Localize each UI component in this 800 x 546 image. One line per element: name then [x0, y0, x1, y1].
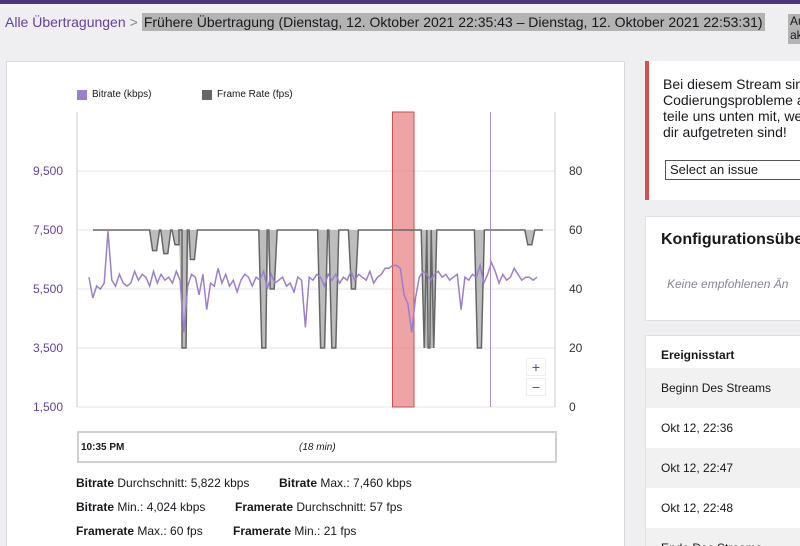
zoom-out-button[interactable]: −: [526, 378, 546, 396]
zoom-in-button[interactable]: +: [526, 358, 546, 376]
stat-bitrate-max-value: Max.: 7,460 kbps: [317, 476, 412, 490]
alert-line-3: teile uns unten mit, we: [663, 108, 800, 124]
stat-bitrate-min-label: Bitrate: [76, 500, 115, 514]
stat-bitrate-avg: Bitrate Durchschnitt: 5,822 kbps: [76, 476, 249, 490]
timeline-navigator[interactable]: 10:35 PM (18 min): [77, 431, 557, 463]
alert-line-4: dir aufgetreten sind!: [663, 124, 787, 140]
right-axis-tick: 60: [569, 223, 583, 237]
event-item[interactable]: Okt 12, 22:47: [646, 448, 800, 488]
right-axis-tick: 20: [569, 341, 583, 355]
left-axis-tick: 9,500: [33, 164, 63, 178]
event-item[interactable]: Okt 12, 22:36: [646, 408, 800, 448]
timeline-start-label: 10:35 PM: [81, 442, 125, 453]
top-accent-bar: [0, 0, 800, 4]
stat-framerate-avg: Framerate Durchschnitt: 57 fps: [235, 500, 402, 514]
encoding-issue-alert: Bei diesem Stream sin Codierungsprobleme…: [645, 61, 800, 200]
left-axis-tick: 7,500: [33, 223, 63, 237]
breadcrumb-root-link[interactable]: Alle Übertragungen: [5, 14, 126, 30]
stat-framerate-avg-label: Framerate: [235, 500, 294, 514]
event-item[interactable]: Okt 12, 22:48: [646, 488, 800, 528]
event-item[interactable]: Beginn Des Streams: [646, 368, 800, 408]
right-axis-tick: 0: [569, 400, 576, 414]
alert-line-1: Bei diesem Stream sin: [663, 76, 800, 92]
config-recommendations-panel: Konfigurationsübe Keine empfohlenen Än: [645, 216, 800, 321]
left-axis-tick: 1,500: [33, 400, 63, 414]
event-item[interactable]: Ende Des Streams: [646, 528, 800, 546]
breadcrumb-separator: >: [129, 14, 138, 30]
alert-message: Bei diesem Stream sin Codierungsprobleme…: [663, 76, 800, 140]
breadcrumb: Alle Übertragungen > Frühere Übertragung (…: [5, 13, 765, 31]
left-axis-tick: 5,500: [33, 282, 63, 296]
left-axis-tick: 3,500: [33, 341, 63, 355]
stat-bitrate-min-value: Min.: 4,024 kbps: [114, 500, 206, 514]
config-title: Konfigurationsübe: [661, 231, 800, 248]
events-panel: Ereignisstart Beginn Des Streams Okt 12,…: [645, 335, 800, 546]
config-empty-message: Keine empfohlenen Än: [667, 277, 789, 291]
right-axis-tick: 40: [569, 282, 583, 296]
stat-bitrate-avg-value: Durchschnitt: 5,822 kbps: [114, 476, 250, 490]
stat-bitrate-min: Bitrate Min.: 4,024 kbps: [76, 500, 205, 514]
stat-framerate-min: Framerate Min.: 21 fps: [233, 524, 356, 538]
right-axis-tick: 80: [569, 164, 583, 178]
breadcrumb-current: Frühere Übertragung (Dienstag, 12. Oktob…: [141, 13, 765, 31]
stat-framerate-max: Framerate Max.: 60 fps: [76, 524, 203, 538]
alert-line-2: Codierungsprobleme a: [663, 92, 800, 108]
stat-framerate-min-value: Min.: 21 fps: [291, 524, 357, 538]
issue-select[interactable]: Select an issue: [665, 160, 800, 180]
stat-bitrate-max: Bitrate Max.: 7,460 kbps: [279, 476, 412, 490]
truncated-header-fragment: Au ak: [788, 14, 800, 44]
stat-framerate-avg-value: Durchschnitt: 57 fps: [293, 500, 403, 514]
stat-bitrate-avg-label: Bitrate: [76, 476, 115, 490]
stat-bitrate-max-label: Bitrate: [279, 476, 318, 490]
events-header: Ereignisstart: [661, 348, 735, 362]
issue-highlight-band: [391, 111, 415, 408]
stream-stats: Bitrate Durchschnitt: 5,822 kbps Bitrate…: [76, 476, 596, 546]
stat-framerate-max-label: Framerate: [76, 524, 135, 538]
stat-framerate-min-label: Framerate: [233, 524, 292, 538]
timeline-duration-label: (18 min): [299, 442, 336, 453]
stat-framerate-max-value: Max.: 60 fps: [134, 524, 203, 538]
stream-health-chart-panel: Bitrate (kbps) Frame Rate (fps) 9,500 7,5…: [6, 61, 625, 546]
